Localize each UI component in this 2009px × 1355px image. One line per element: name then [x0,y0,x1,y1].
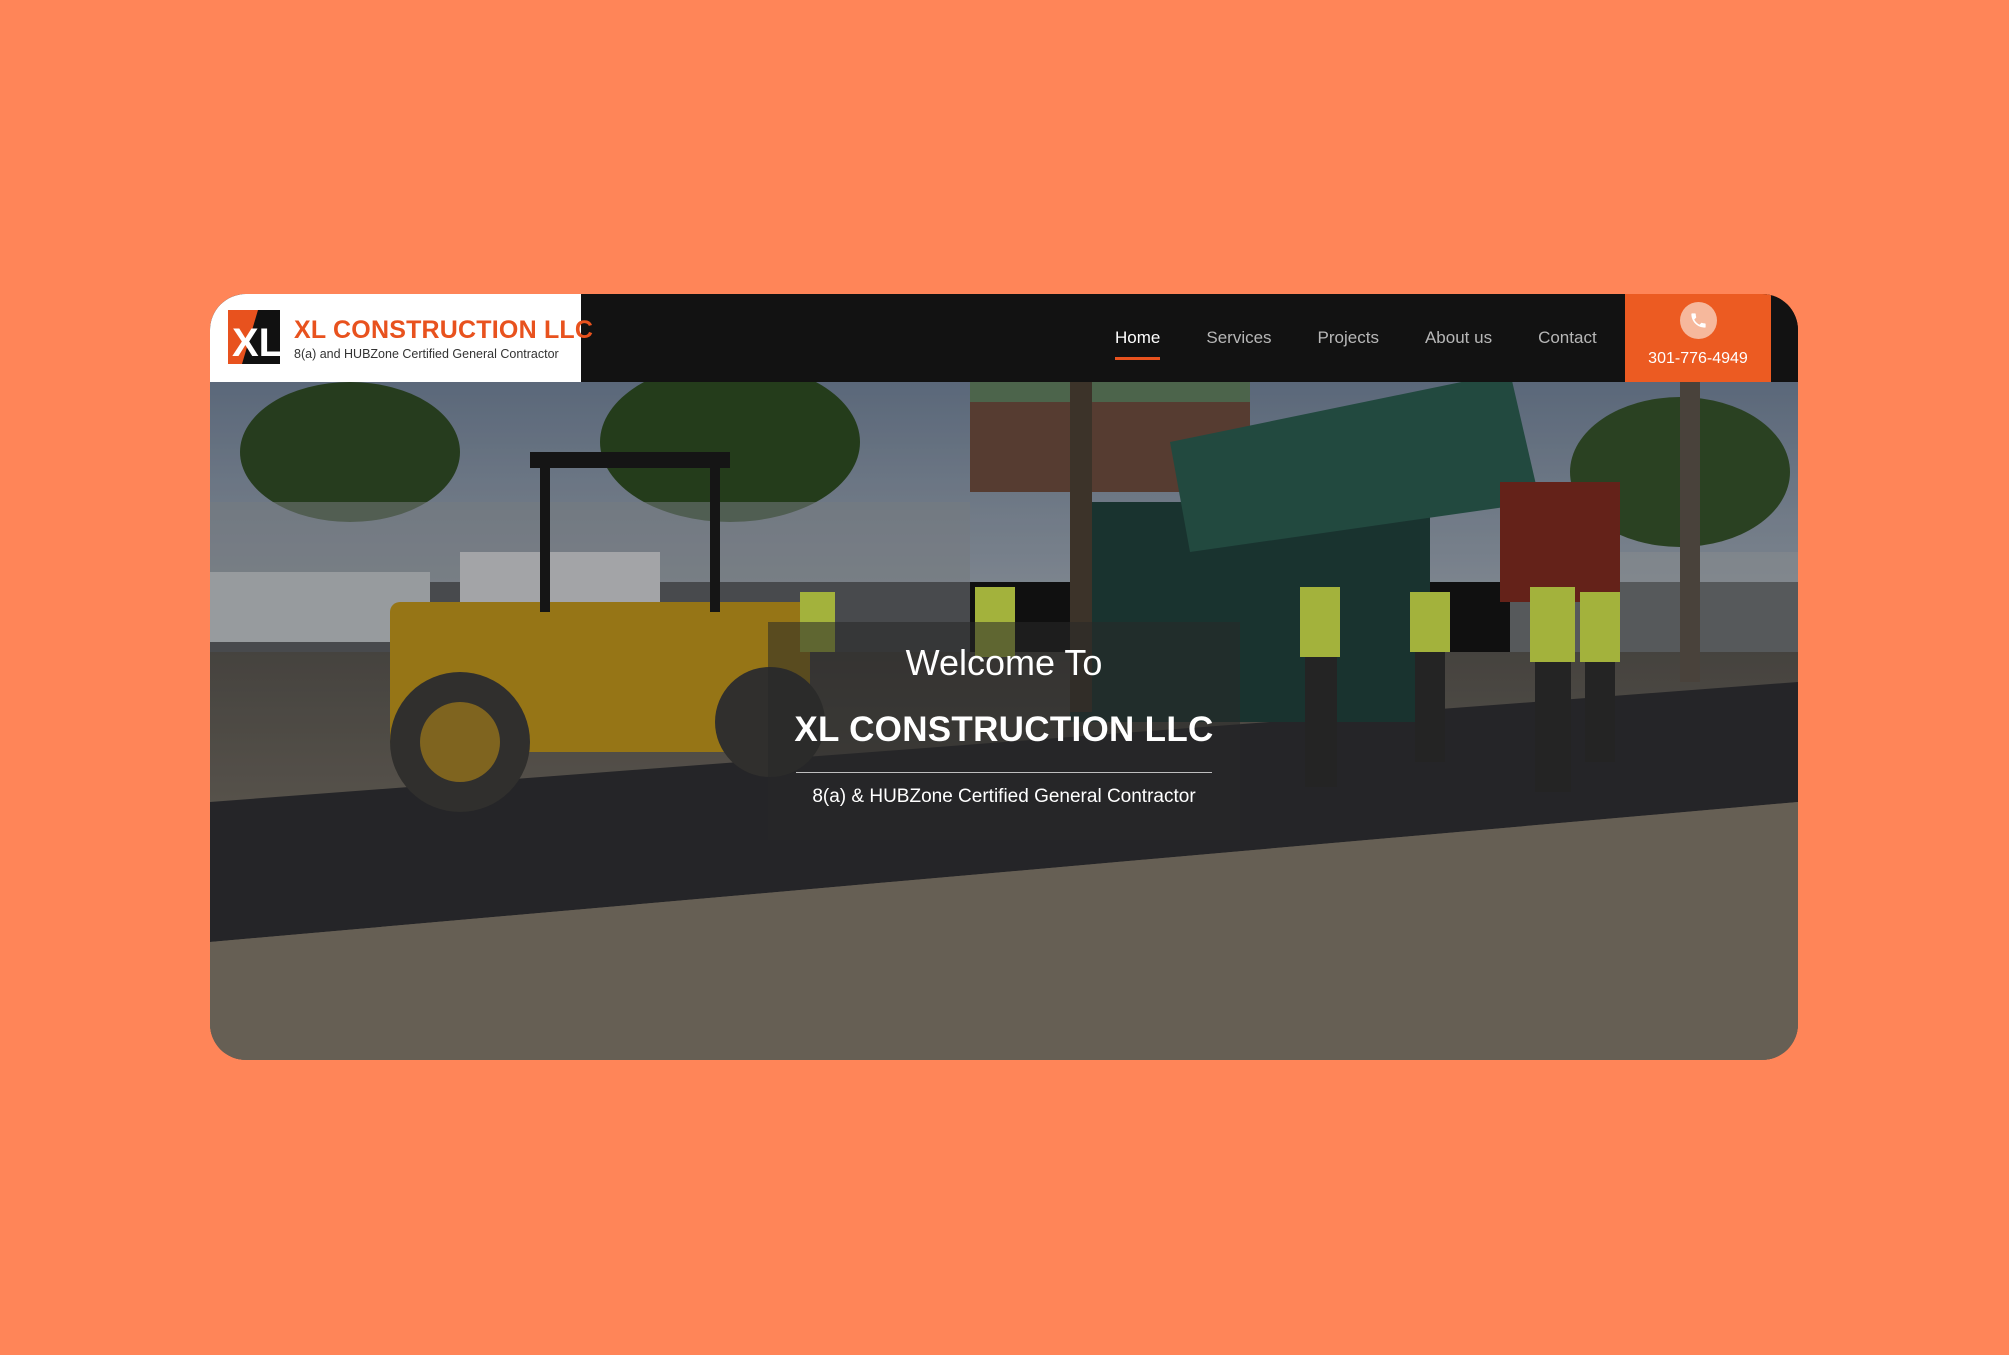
nav-services[interactable]: Services [1206,328,1271,348]
phone-number[interactable]: 301-776-4949 [1625,350,1771,368]
logo-title: XL CONSTRUCTION LLC [294,316,594,344]
website-frame: XL XL CONSTRUCTION LLC 8(a) and HUBZone … [210,294,1798,1060]
nav-home[interactable]: Home [1115,328,1161,360]
logo-subtitle: 8(a) and HUBZone Certified General Contr… [294,347,559,361]
main-nav: Home Services Projects About us Contact [1115,294,1643,382]
hero-title: XL CONSTRUCTION LLC [794,710,1214,749]
hero-welcome: Welcome To [905,642,1103,683]
navbar: XL XL CONSTRUCTION LLC 8(a) and HUBZone … [210,294,1798,382]
hero-banner: Welcome To XL CONSTRUCTION LLC 8(a) & HU… [210,382,1798,1060]
svg-text:XL: XL [232,321,280,364]
xl-logo-icon: XL [228,310,280,364]
call-button[interactable]: 301-776-4949 [1625,294,1771,382]
logo[interactable]: XL XL CONSTRUCTION LLC 8(a) and HUBZone … [210,294,593,382]
nav-about-us[interactable]: About us [1425,328,1492,348]
phone-icon [1680,302,1717,339]
nav-contact[interactable]: Contact [1538,328,1597,348]
nav-projects[interactable]: Projects [1318,328,1379,348]
hero-caption: Welcome To XL CONSTRUCTION LLC 8(a) & HU… [768,622,1240,840]
hero-subtitle: 8(a) & HUBZone Certified General Contrac… [812,786,1196,807]
hero-divider [796,772,1212,773]
